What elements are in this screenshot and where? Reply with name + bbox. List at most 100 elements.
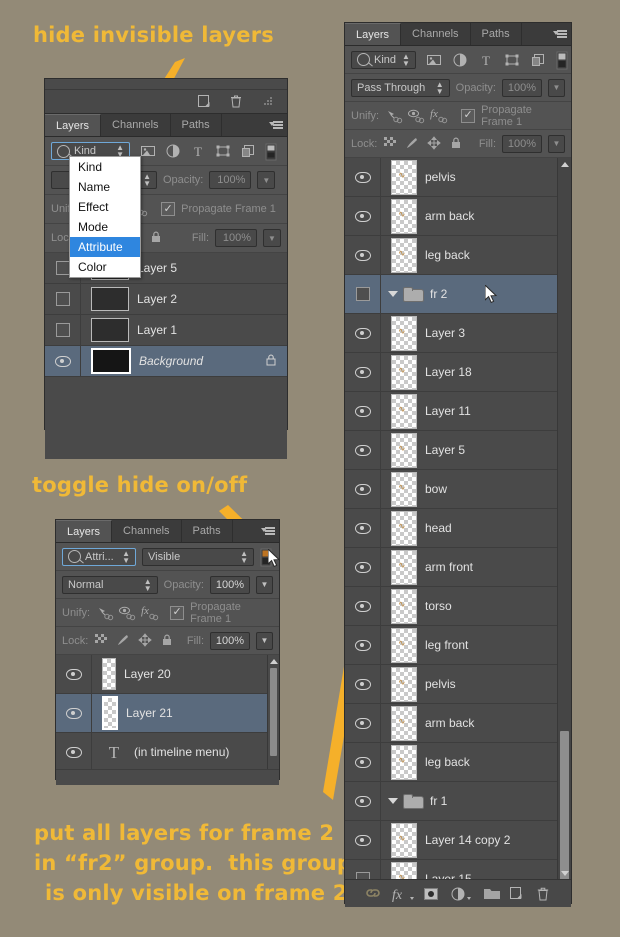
table-row[interactable]: ∿Layer 18 [345, 353, 558, 392]
unify-visibility-icon[interactable] [407, 108, 423, 124]
table-row[interactable]: fr 2 [345, 275, 558, 314]
fill-value[interactable]: 100% [210, 632, 250, 650]
menu-item-color[interactable]: Color [70, 257, 140, 277]
tab-channels[interactable]: Channels [101, 114, 170, 136]
link-layers-icon[interactable] [364, 886, 380, 902]
propagate-frame-checkbox[interactable]: ✓ [461, 109, 475, 123]
eye-icon[interactable] [66, 669, 82, 680]
visibility-cell[interactable] [345, 431, 381, 469]
table-row[interactable]: ∿bow [345, 470, 558, 509]
visibility-cell[interactable] [56, 694, 92, 732]
visibility-cell[interactable] [345, 509, 381, 547]
unify-visibility-icon[interactable] [118, 605, 134, 621]
adjustment-layer-icon[interactable] [450, 886, 472, 902]
group-expand-caret-icon[interactable] [388, 798, 398, 804]
scroll-up-arrow[interactable] [268, 655, 279, 667]
table-row[interactable]: ∿Layer 3 [345, 314, 558, 353]
table-row[interactable]: ∿arm back [345, 704, 558, 743]
new-layer-icon[interactable] [197, 94, 213, 110]
panel-menu-icon[interactable] [549, 23, 571, 45]
blend-mode-select[interactable]: Normal ▲▼ [62, 576, 158, 594]
smartobject-filter-icon[interactable] [530, 52, 546, 68]
fill-dropdown-icon[interactable]: ▼ [256, 632, 273, 650]
eye-icon[interactable] [355, 328, 371, 339]
menu-item-attribute[interactable]: Attribute [70, 237, 140, 257]
eye-icon[interactable] [355, 835, 371, 846]
lock-all-icon[interactable] [449, 136, 465, 152]
lock-image-icon[interactable] [116, 633, 132, 649]
visibility-cell[interactable] [56, 655, 92, 693]
delete-layer-icon[interactable] [536, 886, 552, 902]
eye-icon[interactable] [355, 679, 371, 690]
unify-style-icon[interactable]: fx [429, 108, 445, 124]
opacity-dropdown-icon[interactable]: ▼ [548, 79, 565, 97]
eye-icon[interactable] [355, 406, 371, 417]
adjustment-filter-icon[interactable] [165, 143, 181, 159]
menu-item-name[interactable]: Name [70, 177, 140, 197]
fill-dropdown-icon[interactable]: ▼ [263, 229, 281, 247]
fill-dropdown-icon[interactable]: ▼ [548, 135, 565, 153]
lock-all-icon[interactable] [160, 633, 176, 649]
eye-icon[interactable] [355, 601, 371, 612]
opacity-dropdown-icon[interactable]: ▼ [257, 171, 275, 189]
menu-item-mode[interactable]: Mode [70, 217, 140, 237]
fill-value[interactable]: 100% [502, 135, 542, 153]
eye-off-icon[interactable] [356, 287, 370, 301]
layer-style-icon[interactable]: fx [391, 886, 413, 902]
unify-position-icon[interactable] [385, 108, 401, 124]
filter-kind-select[interactable]: Kind ▲▼ [351, 51, 416, 69]
lock-position-icon[interactable] [427, 136, 443, 152]
eye-icon[interactable] [55, 356, 71, 367]
eye-off-icon[interactable] [56, 261, 70, 275]
scroll-thumb[interactable] [560, 731, 569, 879]
scroll-thumb[interactable] [270, 668, 277, 756]
table-row[interactable]: ∿arm back [345, 197, 558, 236]
filter-toggle-icon[interactable] [556, 51, 568, 69]
scroll-up-arrow[interactable] [558, 158, 571, 170]
fill-value[interactable]: 100% [215, 229, 257, 247]
eye-icon[interactable] [66, 708, 82, 719]
visibility-cell[interactable] [345, 314, 381, 352]
unify-style-icon[interactable]: fx [140, 605, 156, 621]
tab-channels[interactable]: Channels [401, 23, 470, 45]
filter-kind-select[interactable]: Attri... ▲▼ [62, 548, 136, 566]
table-row[interactable]: ∿pelvis [345, 158, 558, 197]
delete-layer-icon[interactable] [229, 94, 245, 110]
eye-off-icon[interactable] [56, 323, 70, 337]
table-row[interactable]: ∿arm front [345, 548, 558, 587]
visibility-cell[interactable] [345, 158, 381, 196]
new-group-icon[interactable] [483, 886, 499, 902]
layer-list-scrollbar[interactable] [557, 158, 571, 879]
visibility-cell[interactable] [345, 392, 381, 430]
tab-channels[interactable]: Channels [112, 520, 181, 542]
visibility-cell[interactable] [345, 548, 381, 586]
shape-filter-icon[interactable] [215, 143, 231, 159]
adjustment-filter-icon[interactable] [452, 52, 468, 68]
visibility-cell[interactable] [345, 860, 381, 879]
table-row[interactable]: Layer 2 [45, 284, 287, 315]
menu-item-effect[interactable]: Effect [70, 197, 140, 217]
eye-icon[interactable] [66, 747, 82, 758]
opacity-dropdown-icon[interactable]: ▼ [256, 576, 273, 594]
eye-off-icon[interactable] [356, 872, 370, 879]
table-row[interactable]: ∿head [345, 509, 558, 548]
resize-grip-icon[interactable] [261, 94, 277, 110]
eye-icon[interactable] [355, 757, 371, 768]
eye-icon[interactable] [355, 718, 371, 729]
table-row[interactable]: Layer 1 [45, 315, 287, 346]
visibility-cell[interactable] [345, 470, 381, 508]
blend-mode-select[interactable]: Pass Through ▲▼ [351, 79, 450, 97]
visibility-cell[interactable] [45, 315, 81, 345]
tab-layers[interactable]: Layers [45, 114, 101, 136]
eye-icon[interactable] [355, 796, 371, 807]
image-filter-icon[interactable] [426, 52, 442, 68]
table-row[interactable]: ∿Layer 15 [345, 860, 558, 879]
unify-position-icon[interactable] [96, 605, 112, 621]
tab-paths[interactable]: Paths [182, 520, 233, 542]
table-row[interactable]: T (in timeline menu) [56, 733, 279, 769]
table-row[interactable]: Layer 20 [56, 655, 279, 694]
scroll-down-arrow[interactable] [558, 867, 571, 879]
tab-layers[interactable]: Layers [56, 520, 112, 542]
filter-toggle-icon[interactable] [265, 143, 281, 159]
filter-attribute-select[interactable]: Visible ▲▼ [142, 548, 254, 566]
